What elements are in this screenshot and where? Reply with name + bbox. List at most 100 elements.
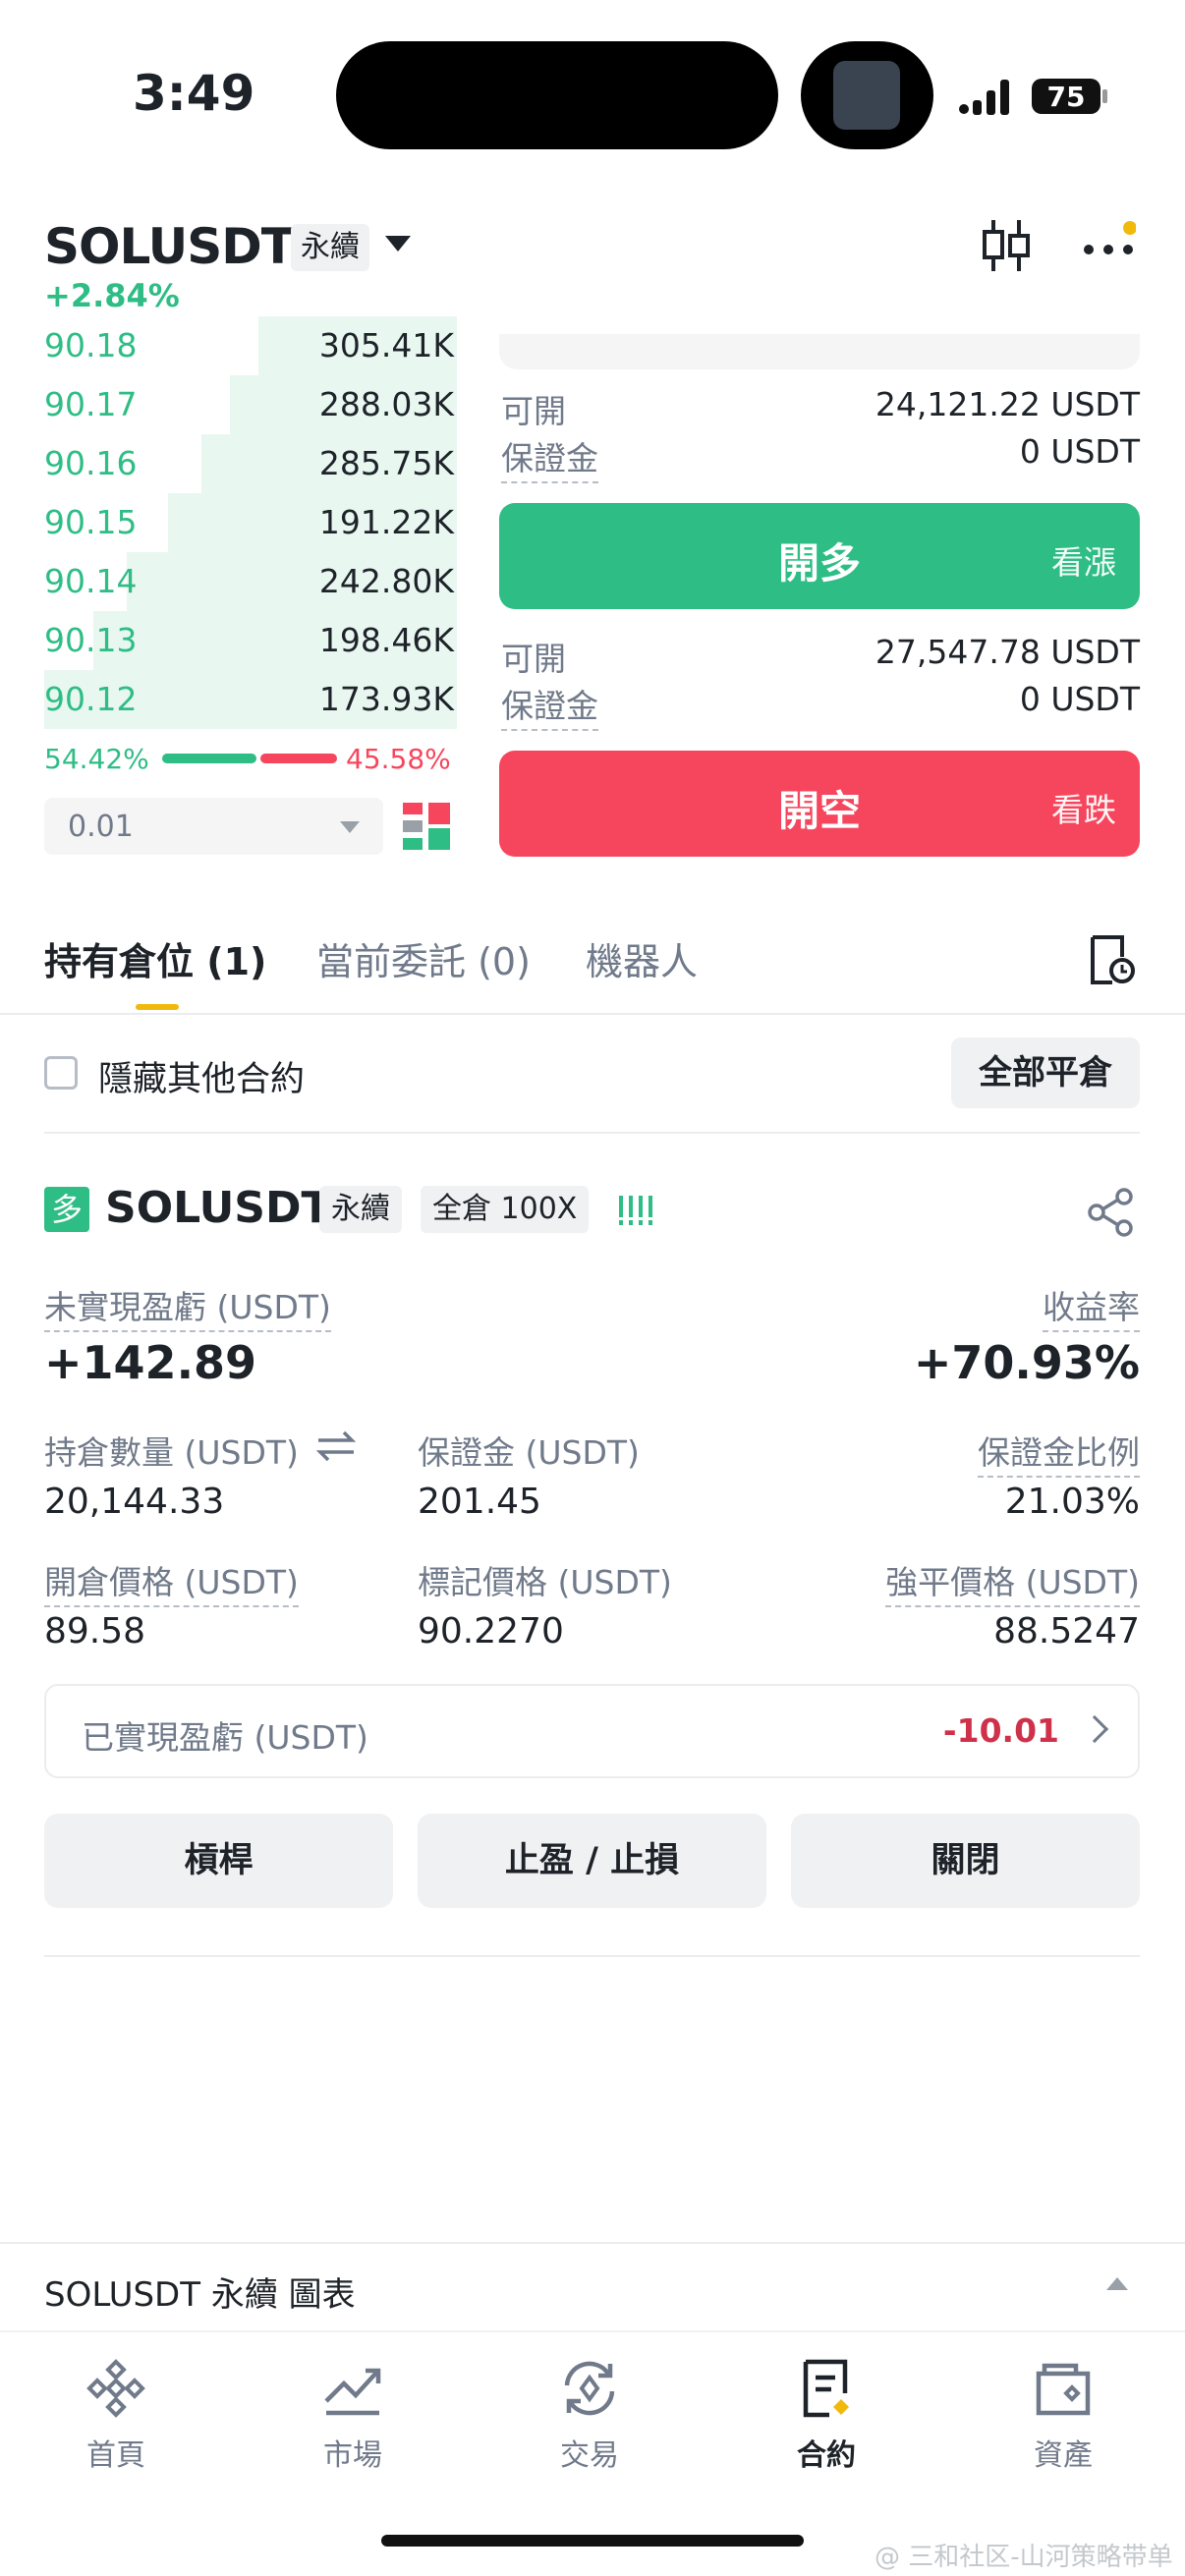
orderbook-price: 90.17 (44, 385, 138, 423)
position-margin-mode[interactable]: 全倉 100X (421, 1186, 590, 1233)
divider (0, 1013, 1185, 1015)
nav-trade-label: 交易 (560, 2438, 619, 2473)
orderbook-row[interactable]: 90.15 191.22K (44, 493, 457, 552)
more-icon[interactable] (1081, 220, 1136, 275)
chevron-right-icon (1080, 1714, 1109, 1744)
leverage-slider-area[interactable] (499, 334, 1140, 369)
buy-ratio: 54.42% (44, 743, 149, 775)
orderbook-quantity: 242.80K (318, 562, 454, 600)
markets-icon (324, 2368, 381, 2416)
orderbook-price: 90.15 (44, 503, 138, 541)
share-icon[interactable] (1085, 1187, 1136, 1238)
price-change: +2.84% (44, 277, 180, 314)
hide-other-contracts-checkbox[interactable] (44, 1056, 78, 1090)
chevron-down-icon[interactable] (385, 236, 411, 252)
buy-ratio-bar (162, 754, 256, 763)
mark-price-label: 標記價格 (USDT) (418, 1563, 672, 1601)
liquidation-price-label[interactable]: 強平價格 (USDT) (885, 1556, 1140, 1607)
divider (0, 2242, 1185, 2244)
short-available-label: 可開 (501, 640, 566, 678)
open-short-button[interactable]: 開空 看跌 (499, 751, 1140, 857)
position-symbol[interactable]: SOLUSDT (105, 1183, 331, 1233)
orderbook-quantity: 198.46K (318, 621, 454, 659)
margin-ratio-label[interactable]: 保證金比例 (978, 1427, 1140, 1478)
watermark: @ 三和社区-山河策略带单 (875, 2543, 1173, 2572)
leverage-button[interactable]: 槓桿 (44, 1814, 393, 1908)
entry-price-label[interactable]: 開倉價格 (USDT) (44, 1556, 299, 1607)
long-margin-label[interactable]: 保證金 (501, 432, 598, 483)
short-margin-value: 0 USDT (1019, 680, 1140, 718)
nav-assets-label: 資產 (1034, 2438, 1093, 2473)
roe-value: +70.93% (913, 1336, 1140, 1389)
orderbook-layout-icon[interactable] (403, 801, 450, 852)
orderbook-row[interactable]: 90.14 242.80K (44, 552, 457, 611)
candlestick-icon[interactable] (981, 218, 1032, 273)
long-side-badge: 多 (44, 1187, 89, 1232)
nav-futures[interactable]: 合約 (728, 2348, 925, 2486)
tab-bots[interactable]: 機器人 (586, 931, 698, 985)
orderbook-row[interactable]: 90.12 173.93K (44, 670, 457, 729)
futures-icon (803, 2359, 849, 2418)
chevron-up-icon[interactable] (1106, 2277, 1128, 2290)
short-margin-label[interactable]: 保證金 (501, 680, 598, 731)
orderbook-quantity: 173.93K (318, 680, 454, 718)
adl-indicator-icon[interactable] (617, 1194, 656, 1227)
close-all-button[interactable]: 全部平倉 (951, 1037, 1140, 1108)
close-position-button[interactable]: 關閉 (791, 1814, 1140, 1908)
orderbook-price: 90.13 (44, 621, 138, 659)
nav-markets[interactable]: 市場 (254, 2348, 451, 2486)
margin-label: 保證金 (USDT) (418, 1433, 640, 1472)
wallet-icon (1036, 2363, 1091, 2416)
swap-units-icon[interactable] (316, 1428, 356, 1464)
open-long-button[interactable]: 開多 看漲 (499, 503, 1140, 609)
orderbook-row[interactable]: 90.13 198.46K (44, 611, 457, 670)
sell-ratio-bar (260, 754, 337, 763)
open-long-label: 開多 (777, 539, 861, 588)
order-history-icon[interactable] (1087, 933, 1136, 986)
battery-level: 75 (1046, 81, 1086, 113)
orderbook-quantity: 285.75K (318, 444, 454, 482)
tp-sl-button[interactable]: 止盈 / 止損 (418, 1814, 766, 1908)
position-size-label: 持倉數量 (USDT) (44, 1433, 299, 1472)
realized-pnl-row[interactable]: 已實現盈虧 (USDT) -10.01 (44, 1684, 1140, 1778)
orderbook-price: 90.12 (44, 680, 138, 718)
orderbook-quantity: 191.22K (318, 503, 454, 541)
unrealized-pnl-label[interactable]: 未實現盈虧 (USDT) (44, 1281, 331, 1332)
short-hint: 看跌 (1051, 791, 1116, 829)
divider (0, 2330, 1185, 2332)
margin-ratio-value: 21.03% (1004, 1482, 1140, 1522)
symbol-title[interactable]: SOLUSDT (44, 218, 295, 275)
nav-home[interactable]: 首頁 (18, 2348, 214, 2486)
active-tab-indicator (136, 1004, 179, 1010)
unrealized-pnl-value: +142.89 (44, 1336, 257, 1389)
entry-price-value: 89.58 (44, 1611, 146, 1652)
precision-value: 0.01 (68, 810, 134, 844)
divider (44, 1955, 1140, 1957)
chart-toggle-label[interactable]: SOLUSDT 永續 圖表 (44, 2268, 356, 2316)
nav-futures-label: 合約 (797, 2438, 856, 2473)
realized-pnl-label: 已實現盈虧 (USDT) (82, 1718, 368, 1757)
tab-positions[interactable]: 持有倉位 (1) (44, 931, 266, 985)
long-available-label: 可開 (501, 392, 566, 430)
open-short-label: 開空 (777, 787, 861, 835)
orderbook-price: 90.14 (44, 562, 138, 600)
orderbook-row[interactable]: 90.16 285.75K (44, 434, 457, 493)
status-bar: 3:49 75 (0, 0, 1185, 196)
battery-icon: 75 (1032, 77, 1108, 116)
orderbook-price: 90.18 (44, 326, 138, 364)
long-available-value: 24,121.22 USDT (875, 385, 1140, 423)
nav-assets[interactable]: 資產 (965, 2348, 1161, 2486)
divider (44, 1132, 1140, 1134)
nav-trade[interactable]: 交易 (491, 2348, 688, 2486)
orderbook-row[interactable]: 90.18 305.41K (44, 316, 457, 375)
roe-label[interactable]: 收益率 (1043, 1281, 1140, 1332)
long-hint: 看漲 (1051, 543, 1116, 582)
mark-price-value: 90.2270 (418, 1611, 564, 1652)
orderbook-quantity: 305.41K (318, 326, 454, 364)
position-contract-type: 永續 (319, 1186, 402, 1233)
precision-select[interactable]: 0.01 (44, 798, 383, 855)
hide-other-contracts-label[interactable]: 隱藏其他合約 (98, 1051, 305, 1101)
orderbook-row[interactable]: 90.17 288.03K (44, 375, 457, 434)
tab-open-orders[interactable]: 當前委託 (0) (316, 931, 531, 985)
orderbook-quantity: 288.03K (318, 385, 454, 423)
